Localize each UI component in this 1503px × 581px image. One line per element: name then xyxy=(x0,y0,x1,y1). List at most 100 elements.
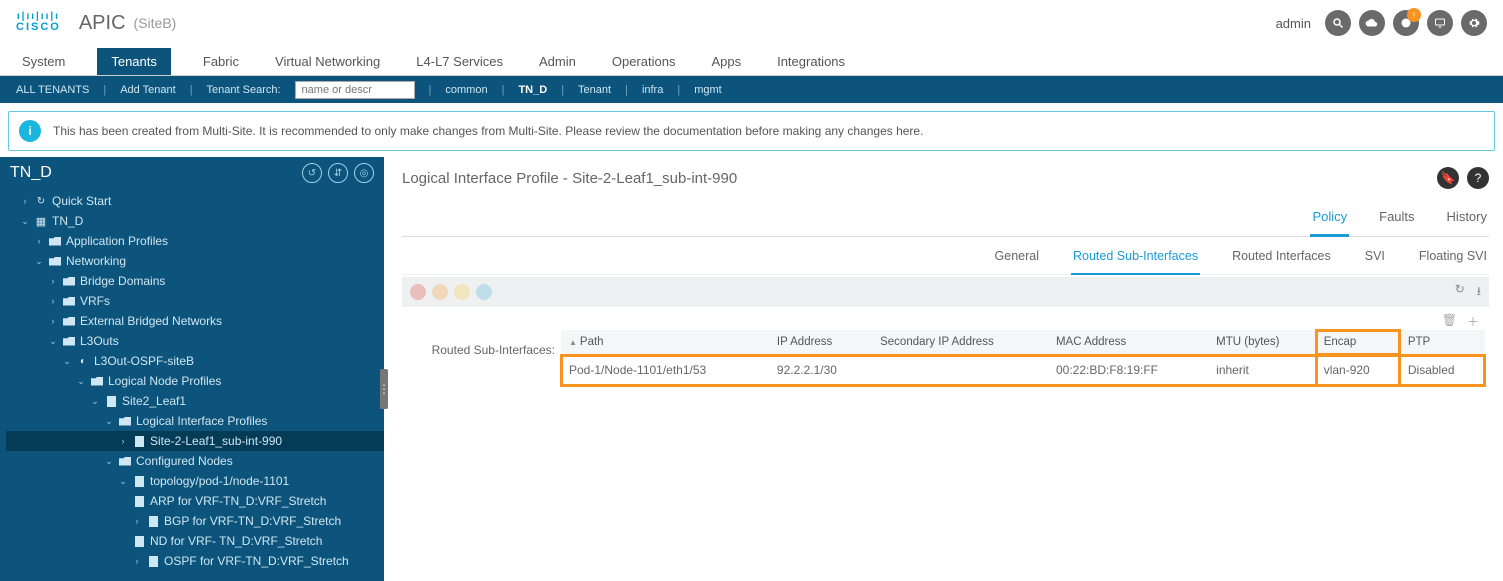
tab-virtual-networking[interactable]: Virtual Networking xyxy=(271,48,384,75)
tree-arp[interactable]: ARP for VRF-TN_D:VRF_Stretch xyxy=(6,491,384,511)
col-ip[interactable]: IP Address xyxy=(769,330,872,355)
all-tenants-link[interactable]: ALL TENANTS xyxy=(16,84,89,96)
cell-secondary-ip xyxy=(872,355,1048,386)
add-tenant-link[interactable]: Add Tenant xyxy=(120,84,175,96)
col-path[interactable]: ▲Path xyxy=(561,330,769,355)
subtab-svi[interactable]: SVI xyxy=(1363,245,1387,274)
user-name[interactable]: admin xyxy=(1276,16,1311,31)
refresh-icon[interactable]: ↻ xyxy=(1455,282,1465,303)
tree-action-2-icon[interactable]: ⇵ xyxy=(328,163,348,183)
subtab-general[interactable]: General xyxy=(993,245,1041,274)
search-icon[interactable] xyxy=(1325,10,1351,36)
tree-root-title: TN_D xyxy=(10,164,52,182)
sidebar-resize-handle[interactable]: ⋮ xyxy=(380,369,388,409)
delete-row-icon[interactable]: 🗑 xyxy=(1442,313,1457,330)
add-row-icon[interactable]: ＋ xyxy=(1467,313,1479,330)
main-content: Logical Interface Profile - Site-2-Leaf1… xyxy=(384,157,1503,581)
tree-bgp[interactable]: ›BGP for VRF-TN_D:VRF_Stretch xyxy=(6,511,384,531)
tab-operations[interactable]: Operations xyxy=(608,48,680,75)
table-row[interactable]: Pod-1/Node-1101/eth1/53 92.2.2.1/30 00:2… xyxy=(561,355,1485,386)
doc-icon xyxy=(132,475,146,487)
alert-badge: ! xyxy=(1407,8,1421,22)
col-mac[interactable]: MAC Address xyxy=(1048,330,1208,355)
folder-icon xyxy=(118,455,132,467)
tree-action-1-icon[interactable]: ↺ xyxy=(302,163,322,183)
detail-tabs-sub: General Routed Sub-Interfaces Routed Int… xyxy=(402,237,1489,275)
fault-major-icon[interactable] xyxy=(432,284,448,300)
col-secondary-ip[interactable]: Secondary IP Address xyxy=(872,330,1048,355)
tenant-link-common[interactable]: common xyxy=(445,84,487,96)
tree-l3out-ospf[interactable]: ⌄L3Out-OSPF-siteB xyxy=(6,351,384,371)
top-bar: ı|ıı|ıı|ı CISCO APIC (SiteB) admin ! xyxy=(0,0,1503,46)
l3out-icon xyxy=(76,355,90,367)
subtab-routed-sub-interfaces[interactable]: Routed Sub-Interfaces xyxy=(1071,245,1200,275)
tree-bridge-domains[interactable]: ›Bridge Domains xyxy=(6,271,384,291)
section-label: Routed Sub-Interfaces: xyxy=(406,343,561,357)
tree-l3outs[interactable]: ⌄L3Outs xyxy=(6,331,384,351)
tree-topology-node[interactable]: ⌄topology/pod-1/node-1101 xyxy=(6,471,384,491)
nav-tree: ›Quick Start ⌄TN_D ›Application Profiles… xyxy=(0,187,384,581)
tree-networking[interactable]: ⌄Networking xyxy=(6,251,384,271)
col-ptp[interactable]: PTP xyxy=(1400,330,1485,355)
tab-integrations[interactable]: Integrations xyxy=(773,48,849,75)
tenant-link-mgmt[interactable]: mgmt xyxy=(694,84,722,96)
tenant-link-tn_d[interactable]: TN_D xyxy=(518,84,547,96)
subtab-floating-svi[interactable]: Floating SVI xyxy=(1417,245,1489,274)
tree-logical-interface-profiles[interactable]: ⌄Logical Interface Profiles xyxy=(6,411,384,431)
cell-path: Pod-1/Node-1101/eth1/53 xyxy=(561,355,769,386)
settings-gear-icon[interactable] xyxy=(1461,10,1487,36)
tab-admin[interactable]: Admin xyxy=(535,48,580,75)
col-mtu[interactable]: MTU (bytes) xyxy=(1208,330,1316,355)
tree-action-3-icon[interactable]: ◎ xyxy=(354,163,374,183)
main-nav: System Tenants Fabric Virtual Networking… xyxy=(0,46,1503,76)
multisite-info-banner: i This has been created from Multi-Site.… xyxy=(8,111,1495,151)
tree-ospf[interactable]: ›OSPF for VRF-TN_D:VRF_Stretch xyxy=(6,551,384,571)
tree-tenant[interactable]: ⌄TN_D xyxy=(6,211,384,231)
cloud-icon[interactable] xyxy=(1359,10,1385,36)
doc-icon xyxy=(146,555,160,567)
tab-history[interactable]: History xyxy=(1445,203,1489,236)
doc-icon xyxy=(132,495,146,507)
fault-warning-icon[interactable] xyxy=(476,284,492,300)
col-encap[interactable]: Encap xyxy=(1316,330,1400,355)
tab-system[interactable]: System xyxy=(18,48,69,75)
app-title: APIC xyxy=(79,12,126,35)
tab-fabric[interactable]: Fabric xyxy=(199,48,243,75)
bookmark-icon[interactable]: 🔖 xyxy=(1437,167,1459,189)
content-toolbar: ↻ ⭳ xyxy=(402,277,1489,307)
subtab-routed-interfaces[interactable]: Routed Interfaces xyxy=(1230,245,1333,274)
help-icon[interactable]: ? xyxy=(1467,167,1489,189)
folder-icon xyxy=(48,255,62,267)
tab-l4l7[interactable]: L4-L7 Services xyxy=(412,48,507,75)
cisco-logo: ı|ıı|ıı|ı CISCO xyxy=(16,13,61,33)
tab-policy[interactable]: Policy xyxy=(1310,203,1349,237)
doc-icon xyxy=(132,535,146,547)
tenant-link-infra[interactable]: infra xyxy=(642,84,663,96)
tree-app-profiles[interactable]: ›Application Profiles xyxy=(6,231,384,251)
tenant-search-input[interactable] xyxy=(295,81,415,99)
tree-sub-int-990[interactable]: ›Site-2-Leaf1_sub-int-990 xyxy=(6,431,384,451)
tab-apps[interactable]: Apps xyxy=(707,48,745,75)
cell-mac: 00:22:BD:F8:19:FF xyxy=(1048,355,1208,386)
folder-icon xyxy=(118,415,132,427)
doc-icon xyxy=(146,515,160,527)
doc-icon xyxy=(132,435,146,447)
tenant-link-tenant[interactable]: Tenant xyxy=(578,84,611,96)
tree-ext-bridged-networks[interactable]: ›External Bridged Networks xyxy=(6,311,384,331)
tab-faults[interactable]: Faults xyxy=(1377,203,1416,236)
tree-quick-start[interactable]: ›Quick Start xyxy=(6,191,384,211)
tenant-icon xyxy=(34,215,48,227)
tree-logical-node-profiles[interactable]: ⌄Logical Node Profiles xyxy=(6,371,384,391)
info-icon: i xyxy=(19,120,41,142)
fault-minor-icon[interactable] xyxy=(454,284,470,300)
download-icon[interactable]: ⭳ xyxy=(1477,282,1481,303)
tab-tenants[interactable]: Tenants xyxy=(97,48,171,75)
tree-site2-leaf1[interactable]: ⌄Site2_Leaf1 xyxy=(6,391,384,411)
nav-tree-panel: TN_D ↺ ⇵ ◎ ›Quick Start ⌄TN_D ›Applicati… xyxy=(0,157,384,581)
fault-critical-icon[interactable] xyxy=(410,284,426,300)
alerts-icon[interactable]: ! xyxy=(1393,10,1419,36)
tree-nd[interactable]: ND for VRF- TN_D:VRF_Stretch xyxy=(6,531,384,551)
tree-vrfs[interactable]: ›VRFs xyxy=(6,291,384,311)
feedback-icon[interactable] xyxy=(1427,10,1453,36)
tree-configured-nodes[interactable]: ⌄Configured Nodes xyxy=(6,451,384,471)
